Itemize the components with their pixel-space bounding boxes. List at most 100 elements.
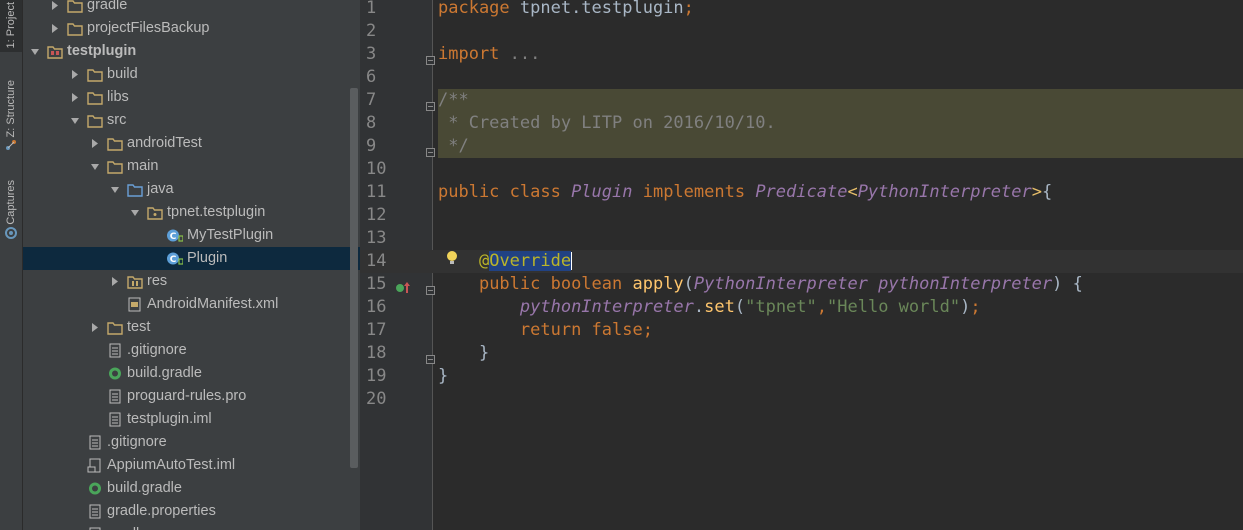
tree-item-label: proguard-rules.pro bbox=[127, 388, 247, 404]
code-line[interactable]: 13 bbox=[360, 227, 1243, 250]
code-token: implements bbox=[632, 182, 756, 202]
tree-item[interactable]: projectFilesBackup bbox=[23, 17, 360, 40]
tree-item[interactable]: testplugin bbox=[23, 40, 360, 63]
tree-item[interactable]: build bbox=[23, 63, 360, 86]
line-number: 14 bbox=[366, 251, 387, 271]
code-line[interactable]: 8 * Created by LITP on 2016/10/10. bbox=[360, 112, 1243, 135]
tree-item[interactable]: androidTest bbox=[23, 132, 360, 155]
captures-icon bbox=[5, 226, 17, 239]
chevron-right-icon[interactable] bbox=[109, 270, 121, 293]
svg-text:C: C bbox=[170, 232, 177, 242]
code-text: public class Plugin implements Predicate… bbox=[438, 181, 1052, 204]
code-line[interactable]: 7 /** bbox=[360, 89, 1243, 112]
fold-marker-icon[interactable] bbox=[426, 349, 435, 364]
tree-item[interactable]: res bbox=[23, 270, 360, 293]
code-line[interactable]: 10 bbox=[360, 158, 1243, 181]
tab-structure[interactable]: Z: Structure bbox=[0, 80, 22, 156]
fold-marker-icon[interactable] bbox=[426, 142, 435, 157]
tree-item[interactable]: .gitignore bbox=[23, 339, 360, 362]
code-token: PythonInterpreter bbox=[857, 182, 1032, 202]
tree-item[interactable]: C MyTestPlugin bbox=[23, 224, 360, 247]
code-line[interactable]: 19} bbox=[360, 365, 1243, 388]
code-line[interactable]: 16 pythonInterpreter.set("tpnet","Hello … bbox=[360, 296, 1243, 319]
project-tree: gradle projectFilesBackup testplugin build l… bbox=[23, 0, 360, 530]
chevron-right-icon[interactable] bbox=[89, 132, 101, 155]
tree-item-label: libs bbox=[107, 89, 129, 105]
tree-item[interactable]: main bbox=[23, 155, 360, 178]
tree-item[interactable]: java bbox=[23, 178, 360, 201]
text-file-icon bbox=[87, 504, 103, 519]
code-text: return false; bbox=[438, 319, 653, 342]
code-line[interactable]: 14 @Override bbox=[360, 250, 1243, 273]
code-line[interactable]: 18 } bbox=[360, 342, 1243, 365]
tree-item[interactable]: .gitignore bbox=[23, 431, 360, 454]
line-number: 18 bbox=[366, 343, 387, 363]
chevron-right-icon[interactable] bbox=[69, 86, 81, 109]
tab-captures[interactable]: Captures bbox=[0, 180, 22, 246]
code-line[interactable]: 12 bbox=[360, 204, 1243, 227]
tree-item[interactable]: test bbox=[23, 316, 360, 339]
chevron-down-icon[interactable] bbox=[129, 201, 141, 224]
tree-item[interactable]: AppiumAutoTest.iml bbox=[23, 454, 360, 477]
code-line[interactable]: 6 bbox=[360, 66, 1243, 89]
chevron-right-icon[interactable] bbox=[89, 316, 101, 339]
tree-item-label: AppiumAutoTest.iml bbox=[107, 457, 236, 473]
code-text: } bbox=[438, 365, 448, 388]
code-token: import bbox=[438, 44, 510, 64]
code-token: . bbox=[693, 297, 705, 317]
tree-item-label: build.gradle bbox=[127, 365, 202, 381]
line-number: 10 bbox=[366, 159, 387, 179]
fold-marker-icon[interactable] bbox=[426, 50, 435, 65]
code-token: ( bbox=[734, 297, 746, 317]
chevron-right-icon[interactable] bbox=[49, 17, 61, 40]
tree-item[interactable]: AndroidManifest.xml bbox=[23, 293, 360, 316]
res-folder-icon bbox=[127, 274, 143, 289]
override-marker-icon[interactable] bbox=[396, 279, 412, 293]
svg-text:C: C bbox=[170, 255, 177, 265]
tree-item[interactable]: testplugin.iml bbox=[23, 408, 360, 431]
code-line[interactable]: 20 bbox=[360, 388, 1243, 411]
code-line[interactable]: 2 bbox=[360, 20, 1243, 43]
code-token: , bbox=[816, 297, 828, 317]
chevron-right-icon[interactable] bbox=[69, 63, 81, 86]
tree-item[interactable]: proguard-rules.pro bbox=[23, 385, 360, 408]
code-line[interactable]: 15 public boolean apply(PythonInterprete… bbox=[360, 273, 1243, 296]
code-line[interactable]: 3 import ... bbox=[360, 43, 1243, 66]
tree-item-label: projectFilesBackup bbox=[87, 20, 210, 36]
tree-item[interactable]: tpnet.testplugin bbox=[23, 201, 360, 224]
lightbulb-icon[interactable] bbox=[446, 250, 458, 266]
chevron-down-icon[interactable] bbox=[109, 178, 121, 201]
tab-project[interactable]: 1: Project bbox=[0, 0, 22, 52]
tree-item[interactable]: gradle bbox=[23, 0, 360, 17]
chevron-down-icon[interactable] bbox=[29, 40, 41, 63]
chevron-down-icon[interactable] bbox=[69, 109, 81, 132]
code-text: package tpnet.testplugin; bbox=[438, 0, 694, 20]
code-editor[interactable]: 1 package tpnet.testplugin; 2 3 import ... 6 7… bbox=[360, 0, 1243, 530]
chevron-right-icon[interactable] bbox=[49, 0, 61, 17]
tree-item-label: test bbox=[127, 319, 151, 335]
fold-marker-icon[interactable] bbox=[426, 280, 435, 295]
tree-item[interactable]: gradlew bbox=[23, 523, 360, 530]
tree-item[interactable]: src bbox=[23, 109, 360, 132]
tree-item[interactable]: libs bbox=[23, 86, 360, 109]
code-line[interactable]: 17 return false; bbox=[360, 319, 1243, 342]
code-text: public boolean apply(PythonInterpreter p… bbox=[438, 273, 1083, 296]
fold-marker-icon[interactable] bbox=[426, 96, 435, 111]
folder-icon bbox=[107, 159, 123, 174]
folder-icon bbox=[87, 90, 103, 105]
chevron-down-icon[interactable] bbox=[89, 155, 101, 178]
code-text: pythonInterpreter.set("tpnet","Hello wor… bbox=[438, 296, 981, 319]
tree-item[interactable]: build.gradle bbox=[23, 362, 360, 385]
tree-item[interactable]: C Plugin bbox=[23, 247, 360, 270]
tree-item[interactable]: build.gradle bbox=[23, 477, 360, 500]
code-line[interactable]: 11 public class Plugin implements Predica… bbox=[360, 181, 1243, 204]
code-token: return false; bbox=[519, 320, 653, 340]
code-line[interactable]: 1 package tpnet.testplugin; bbox=[360, 0, 1243, 20]
tree-item-label: java bbox=[147, 181, 174, 197]
code-text: /** bbox=[438, 89, 469, 112]
tree-scrollbar[interactable] bbox=[350, 88, 358, 468]
code-text: import ... bbox=[438, 43, 540, 66]
code-token: ; bbox=[683, 0, 694, 18]
tree-item[interactable]: gradle.properties bbox=[23, 500, 360, 523]
code-line[interactable]: 9 */ bbox=[360, 135, 1243, 158]
